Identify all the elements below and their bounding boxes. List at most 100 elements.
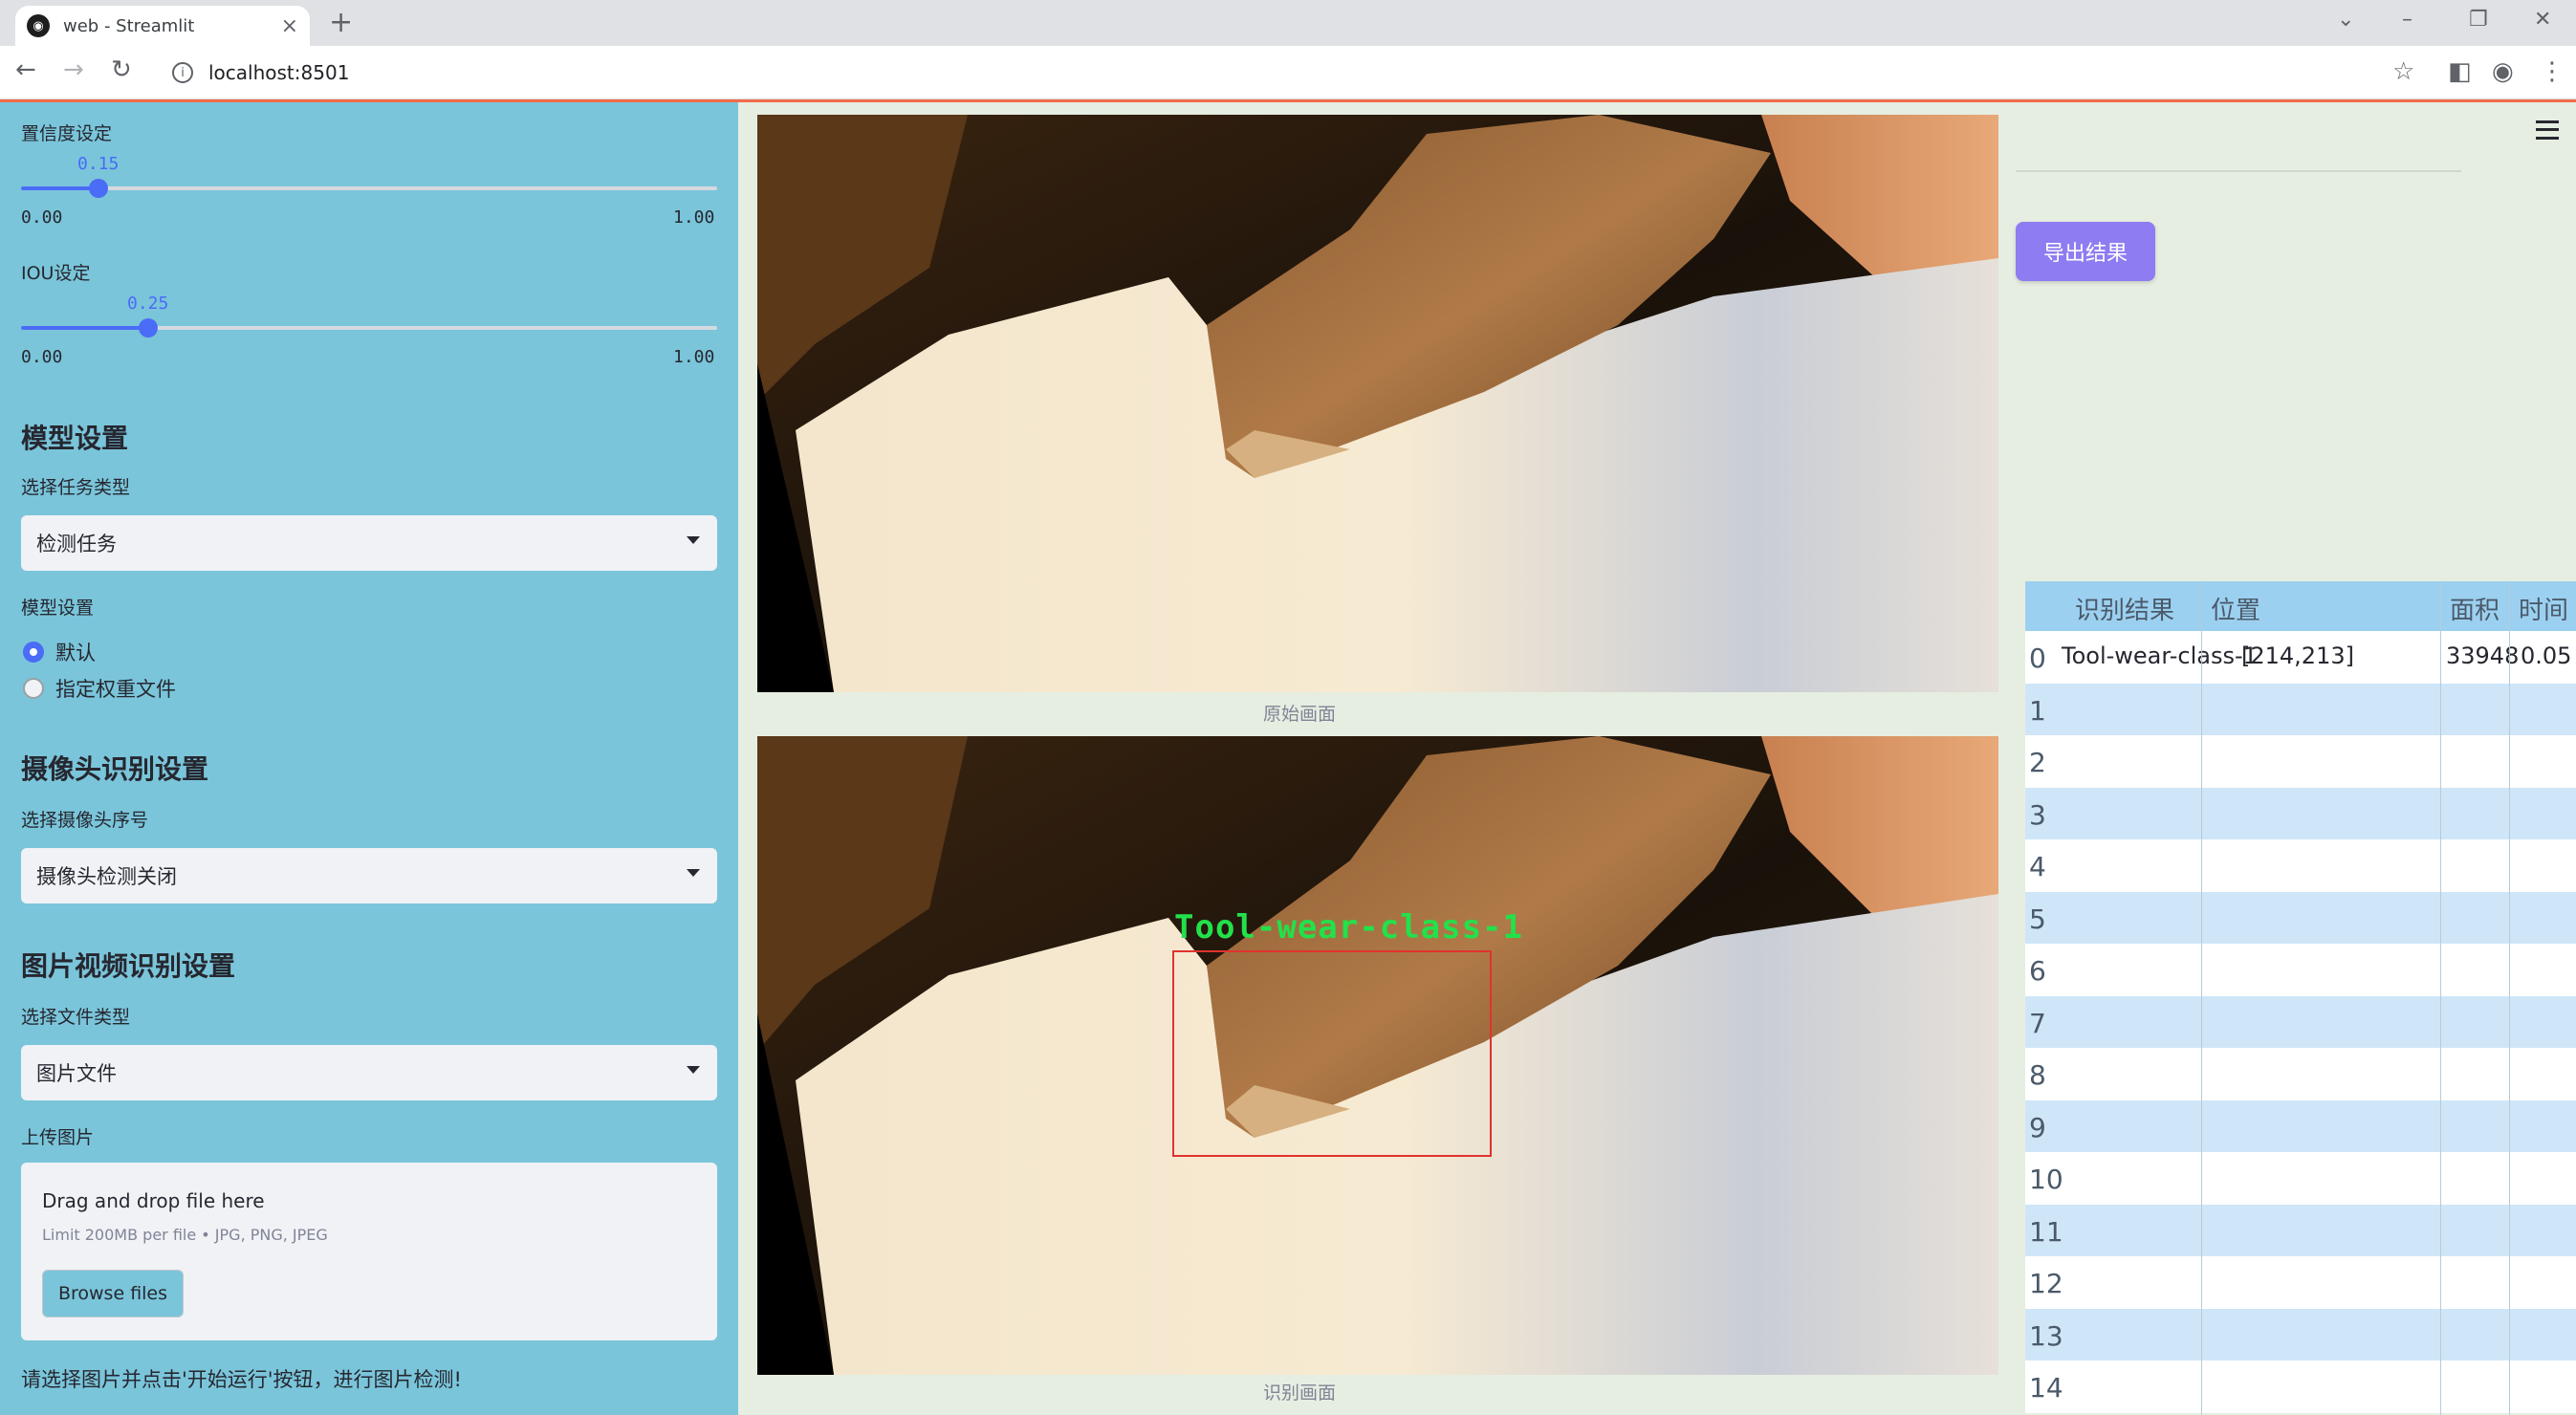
tab-search-chevron-icon[interactable]: ⌄: [2337, 8, 2354, 32]
table-row[interactable]: 1: [2025, 683, 2576, 736]
divider: [2016, 170, 2461, 172]
radio-selected-icon: [23, 642, 44, 663]
address-bar[interactable]: i localhost:8501: [163, 54, 2419, 92]
back-icon[interactable]: ←: [15, 55, 36, 84]
forward-icon[interactable]: →: [63, 55, 84, 84]
iou-slider-fill: [21, 326, 148, 330]
model-radio-custom-weights[interactable]: 指定权重文件: [23, 674, 176, 703]
task-type-select[interactable]: 检测任务: [21, 515, 717, 571]
row-index: 7: [2029, 1007, 2046, 1039]
file-type-label: 选择文件类型: [21, 1007, 131, 1028]
table-row[interactable]: 4: [2025, 839, 2576, 892]
detected-image: Tool-wear-class-1: [757, 736, 1998, 1375]
confidence-value: 0.15: [77, 154, 120, 174]
chevron-down-icon: [687, 869, 700, 877]
row-index: 2: [2029, 747, 2046, 778]
iou-slider[interactable]: [21, 318, 717, 337]
site-info-icon[interactable]: i: [172, 62, 193, 83]
detection-class-label: Tool-wear-class-1: [1174, 908, 1523, 947]
more-menu-icon[interactable]: ⋮: [2540, 57, 2565, 86]
row-index: 13: [2029, 1319, 2063, 1352]
row-index: 4: [2029, 851, 2046, 882]
hamburger-menu-icon[interactable]: [2536, 120, 2559, 140]
restore-icon[interactable]: ❐: [2469, 8, 2488, 32]
header-time[interactable]: 时间: [2519, 591, 2568, 626]
row-index: 8: [2029, 1059, 2046, 1091]
drag-drop-text: Drag and drop file here: [42, 1189, 265, 1212]
model-settings-header: 模型设置: [21, 423, 129, 454]
browser-toolbar: ← → ↻ i localhost:8501 ☆ ◧ ◉ ⋮: [0, 46, 2576, 99]
table-row[interactable]: 10: [2025, 1152, 2576, 1205]
task-type-value: 检测任务: [36, 533, 117, 555]
original-image: [757, 115, 1998, 692]
table-row[interactable]: 11: [2025, 1204, 2576, 1257]
row-index: 0: [2029, 642, 2046, 674]
results-table[interactable]: 识别结果 位置 面积 时间 0 Tool-wear-class-1 [214,213…: [2025, 581, 2576, 1415]
tab-close-icon[interactable]: ×: [281, 14, 298, 38]
confidence-max: 1.00: [673, 207, 715, 228]
original-image-caption: 原始画面: [1262, 704, 1336, 725]
table-row[interactable]: 8: [2025, 1048, 2576, 1100]
iou-label: IOU设定: [21, 263, 91, 284]
table-row[interactable]: 12: [2025, 1256, 2576, 1309]
model-radio-default[interactable]: 默认: [23, 638, 96, 666]
header-result[interactable]: 识别结果: [2075, 591, 2174, 626]
streamlit-favicon-icon: ◉: [27, 14, 50, 37]
detected-image-caption: 识别画面: [1262, 1382, 1336, 1404]
table-row[interactable]: 3: [2025, 787, 2576, 840]
camera-index-select[interactable]: 摄像头检测关闭: [21, 848, 717, 903]
confidence-slider[interactable]: [21, 179, 717, 198]
model-option-default: 默认: [55, 642, 96, 664]
model-label: 模型设置: [21, 598, 95, 619]
confidence-slider-fill: [21, 186, 98, 190]
reload-icon[interactable]: ↻: [111, 55, 132, 84]
task-type-label: 选择任务类型: [21, 477, 131, 498]
row-index: 5: [2029, 903, 2046, 935]
table-row[interactable]: 9: [2025, 1099, 2576, 1153]
table-row[interactable]: 7: [2025, 995, 2576, 1049]
url-text: localhost:8501: [208, 61, 350, 84]
model-option-custom: 指定权重文件: [55, 678, 176, 701]
window-close-icon[interactable]: ✕: [2534, 8, 2551, 32]
browser-tab[interactable]: ◉ web - Streamlit ×: [15, 6, 310, 46]
table-row[interactable]: 5: [2025, 891, 2576, 945]
cell-result: Tool-wear-class-1: [2062, 642, 2258, 669]
row-index: 10: [2029, 1164, 2063, 1195]
confidence-slider-thumb[interactable]: [89, 179, 108, 198]
cell-time: 0.05: [2521, 642, 2572, 669]
row-index: 1: [2029, 694, 2046, 727]
chevron-down-icon: [687, 536, 700, 544]
row-index: 14: [2029, 1372, 2063, 1404]
profile-avatar-icon[interactable]: ◉: [2492, 57, 2514, 86]
column-divider: [2201, 581, 2202, 1415]
row-index: 12: [2029, 1268, 2063, 1299]
table-row[interactable]: 13: [2025, 1308, 2576, 1361]
new-tab-icon[interactable]: +: [329, 6, 353, 39]
table-row[interactable]: 6: [2025, 944, 2576, 996]
tab-title: web - Streamlit: [63, 15, 195, 36]
table-row[interactable]: 14: [2025, 1361, 2576, 1413]
row-index: 6: [2029, 955, 2046, 987]
table-row[interactable]: 0 Tool-wear-class-1 [214,213] 33948 0.05: [2025, 631, 2576, 684]
table-row[interactable]: 2: [2025, 735, 2576, 788]
iou-slider-thumb[interactable]: [139, 318, 158, 337]
iou-min: 0.00: [21, 347, 63, 367]
browser-tab-bar: ◉ web - Streamlit × + ⌄ – ❐ ✕: [0, 0, 2576, 46]
file-type-select[interactable]: 图片文件: [21, 1045, 717, 1100]
confidence-min: 0.00: [21, 207, 63, 228]
browse-files-button[interactable]: Browse files: [42, 1270, 184, 1317]
header-area[interactable]: 面积: [2450, 591, 2500, 626]
side-panel-icon[interactable]: ◧: [2448, 57, 2472, 86]
bookmark-star-icon[interactable]: ☆: [2392, 57, 2414, 86]
file-uploader-dropzone[interactable]: Drag and drop file here Limit 200MB per …: [21, 1163, 717, 1340]
row-index: 11: [2029, 1215, 2063, 1248]
header-position[interactable]: 位置: [2211, 591, 2260, 626]
detection-bounding-box: [1172, 950, 1492, 1157]
media-settings-header: 图片视频识别设置: [21, 950, 236, 982]
export-results-button[interactable]: 导出结果: [2016, 222, 2155, 281]
cell-position: [214,213]: [2241, 642, 2354, 669]
table-header-row: 识别结果 位置 面积 时间: [2025, 581, 2576, 631]
upload-label: 上传图片: [21, 1127, 95, 1148]
minimize-icon[interactable]: –: [2402, 8, 2412, 32]
column-divider: [2509, 581, 2510, 1415]
